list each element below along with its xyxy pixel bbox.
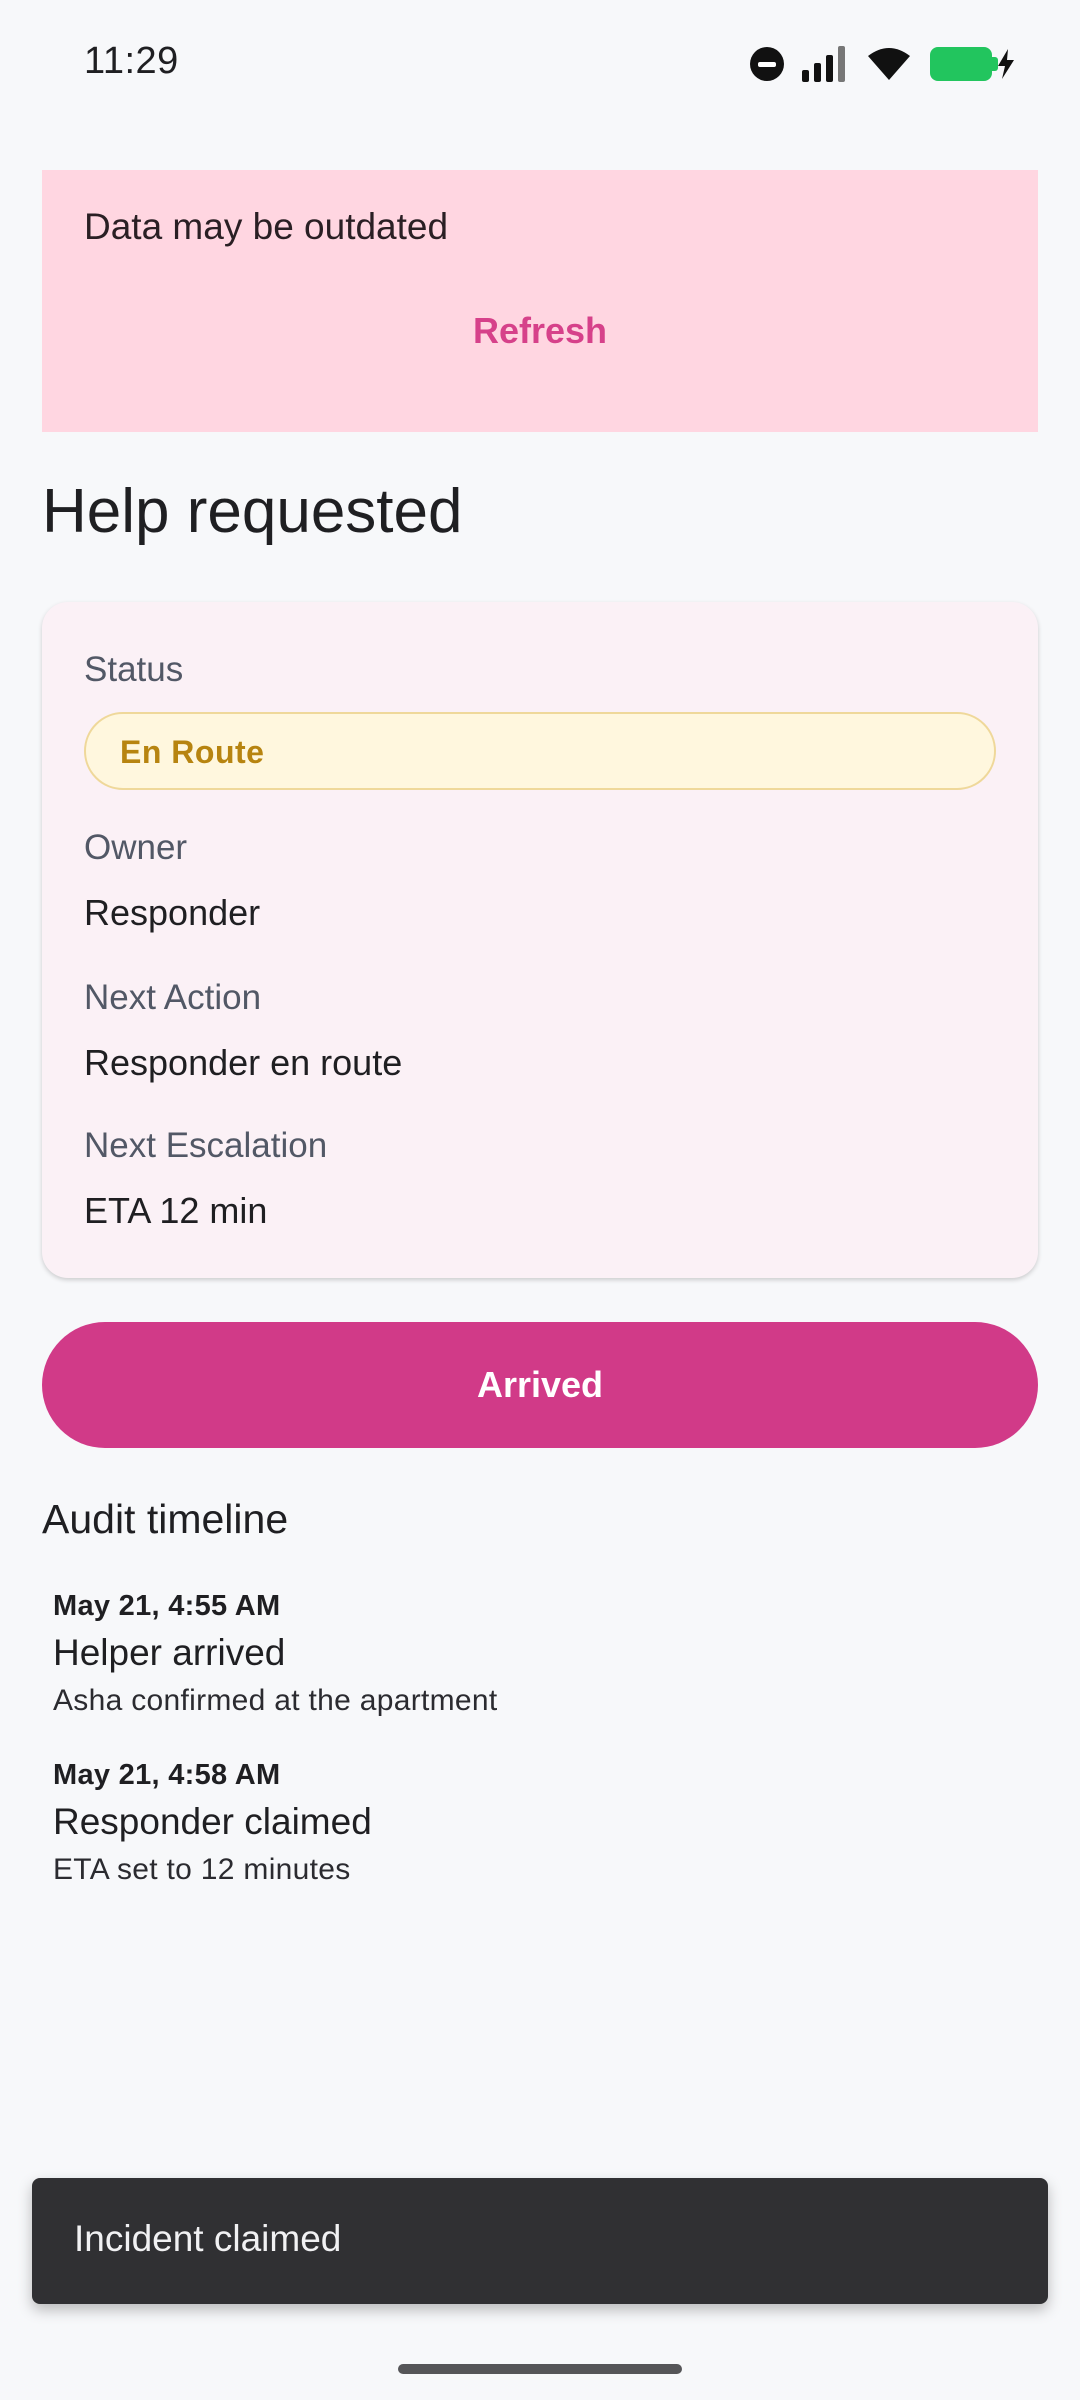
status-badge: En Route [84,712,996,790]
signal-icon [802,46,845,82]
status-badge-text: En Route [120,734,265,770]
refresh-button[interactable]: Refresh [42,310,1038,352]
timeline-entry-title: Helper arrived [53,1632,286,1673]
timeline-entry-time: May 21, 4:58 AM [53,1759,281,1791]
next-action-label: Next Action [84,978,262,1017]
wifi-icon [868,48,910,80]
outdated-data-banner: Data may be outdated Refresh [42,170,1038,432]
next-escalation-value: ETA 12 min [84,1190,268,1231]
charging-bolt-icon [998,49,1014,79]
battery-charging-icon [930,47,1014,81]
incident-status-card: Status En Route Owner Responder Next Act… [42,602,1038,1278]
do-not-disturb-icon [750,47,784,81]
battery-level [930,47,992,81]
banner-message: Data may be outdated [84,206,449,247]
owner-label: Owner [84,828,188,867]
status-bar: 11:29 [0,0,1080,128]
arrived-button[interactable]: Arrived [42,1322,1038,1448]
timeline-entry-detail: ETA set to 12 minutes [53,1853,351,1886]
page-title: Help requested [42,477,463,546]
status-time: 11:29 [84,40,179,82]
status-icons [750,40,1014,88]
home-indicator[interactable] [398,2364,682,2374]
owner-value: Responder [84,892,261,933]
audit-timeline-title: Audit timeline [42,1496,289,1542]
next-escalation-label: Next Escalation [84,1126,328,1165]
snackbar-message: Incident claimed [74,2218,342,2259]
timeline-entry-title: Responder claimed [53,1801,372,1842]
timeline-entry-time: May 21, 4:55 AM [53,1590,281,1622]
snackbar: Incident claimed [32,2178,1048,2304]
status-label: Status [84,650,184,689]
timeline-entry-detail: Asha confirmed at the apartment [53,1684,498,1717]
next-action-value: Responder en route [84,1042,403,1083]
